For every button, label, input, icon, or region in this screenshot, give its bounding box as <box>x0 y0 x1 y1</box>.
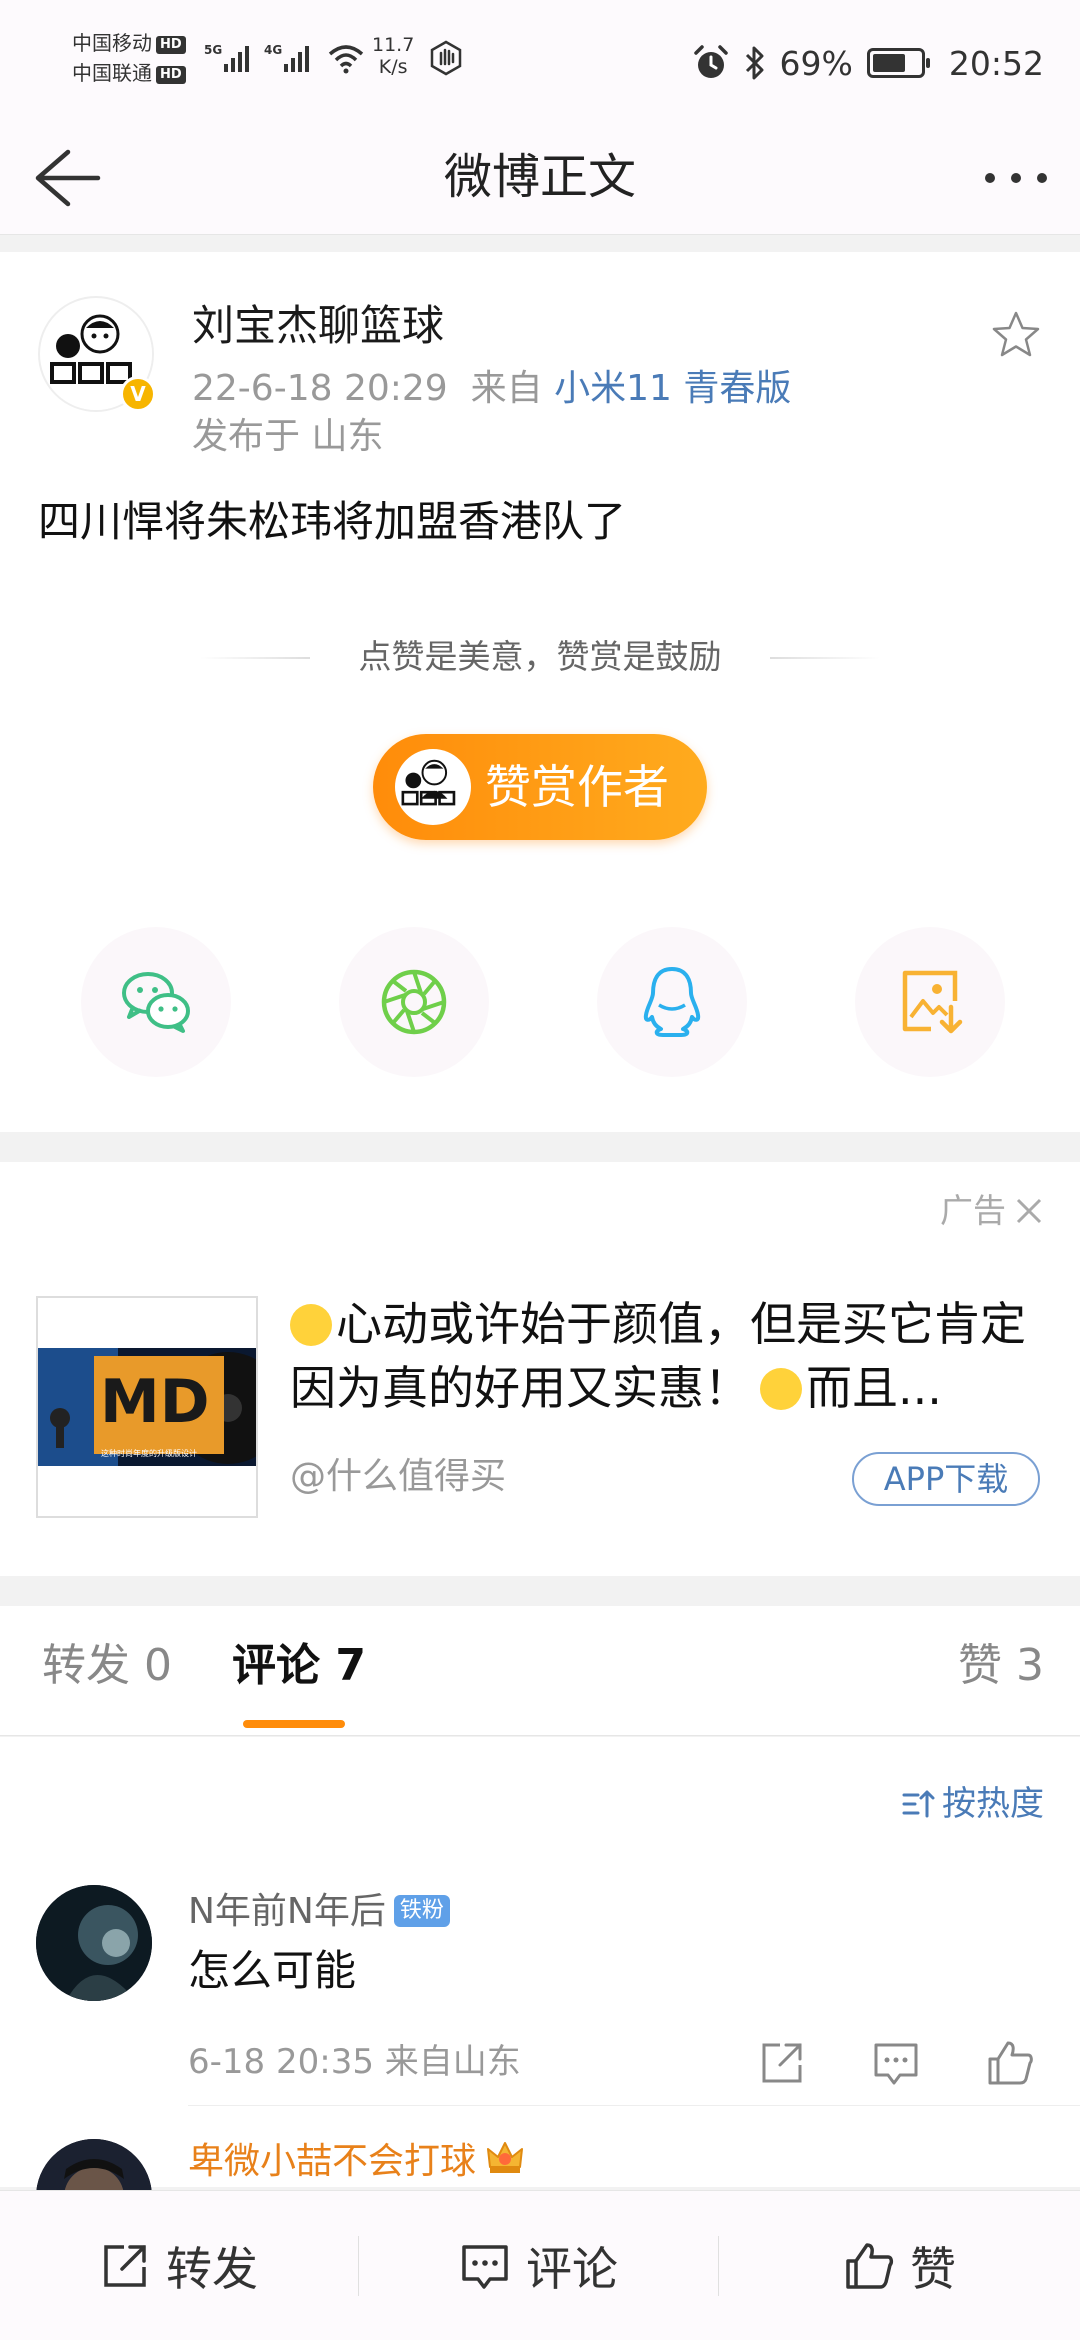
page-title: 微博正文 <box>443 149 636 205</box>
hd-badge: HD <box>156 35 186 54</box>
tab-repost[interactable]: 转发 0 <box>42 1636 172 1696</box>
favorite-star-icon[interactable] <box>988 308 1044 364</box>
battery-icon <box>866 48 930 78</box>
comment-author[interactable]: 卑微小喆不会打球 <box>188 2137 526 2187</box>
clock: 20:52 <box>948 43 1044 83</box>
post-region: 发布于 山东 <box>192 416 384 457</box>
like-icon <box>846 2243 894 2289</box>
battery-percent: 69% <box>779 43 853 83</box>
comment-author[interactable]: N年前N年后 铁粉 <box>188 1887 450 1937</box>
reward-author-button[interactable]: 赞赏作者 <box>373 734 707 840</box>
bottom-like-label: 赞 <box>910 2242 956 2296</box>
tab-comment[interactable]: 评论 7 <box>232 1636 366 1696</box>
status-bar: 中国移动 HD 中国联通 HD 5G 4G 11.7 K/s 69% 20:52 <box>0 0 1080 120</box>
author-name[interactable]: 刘宝杰聊篮球 <box>192 296 444 356</box>
fan-badge: 铁粉 <box>393 1895 450 1927</box>
ad-text: 心动或许始于颜值，但是买它肯定因为真的好用又实惠！ 而且... <box>290 1292 1030 1420</box>
comment-like-icon[interactable] <box>984 2037 1036 2089</box>
post-meta: 22-6-18 20:29 来自 小米11 青春版 <box>192 364 791 414</box>
avatar-image <box>36 1885 152 2001</box>
bluetooth-icon <box>745 46 764 80</box>
net-label-4g: 4G <box>264 43 282 57</box>
app-download-button[interactable]: APP下载 <box>852 1452 1040 1506</box>
speed-unit: K/s <box>378 56 408 78</box>
ad-image: MD 这种时尚年度的升级版设计 <box>38 1348 256 1466</box>
qq-icon <box>643 967 701 1037</box>
comment-text: 怎么可能 <box>188 1946 357 1995</box>
comment-author-name[interactable]: N年前N年后 <box>188 1891 386 1932</box>
status-right: 69% 20:52 <box>692 38 1044 88</box>
bottom-repost-button[interactable]: 转发 <box>98 2191 258 2340</box>
wifi-icon <box>328 45 364 74</box>
comment-icon <box>462 2245 508 2289</box>
net-label-5g: 5G <box>204 43 222 57</box>
source-prefix: 来自 <box>470 368 543 409</box>
nav-bar: 微博正文 <box>0 120 1080 235</box>
ad-thumbnail[interactable]: MD 这种时尚年度的升级版设计 <box>36 1296 258 1518</box>
bottom-action-bar: 转发 评论 赞 <box>0 2190 1080 2340</box>
comment-divider <box>188 2105 1080 2106</box>
bottom-separator <box>718 2236 719 2296</box>
comment-tabs: 转发 0 评论 7 赞 3 <box>0 1606 1080 1736</box>
share-qq-button[interactable] <box>597 927 747 1077</box>
post-time: 22-6-18 20:29 <box>192 368 448 409</box>
device-link[interactable]: 小米11 青春版 <box>554 368 791 409</box>
reward-button-label: 赞赏作者 <box>485 760 669 814</box>
bottom-like-button[interactable]: 赞 <box>842 2191 956 2340</box>
save-image-button[interactable] <box>855 927 1005 1077</box>
more-options-icon[interactable] <box>980 150 1052 206</box>
signal-5g-icon: 5G <box>204 43 249 72</box>
alarm-icon <box>693 45 728 78</box>
hand-stop-icon <box>430 40 462 76</box>
network-speed: 11.7 K/s <box>372 34 414 78</box>
bottom-separator <box>358 2236 359 2296</box>
repost-icon <box>104 2245 146 2287</box>
crown-badge-icon <box>487 2142 524 2173</box>
speed-value: 11.7 <box>372 34 415 56</box>
post-card: V 刘宝杰聊篮球 22-6-18 20:29 来自 小米11 青春版 发布于 山… <box>0 252 1080 1132</box>
comment-author-name[interactable]: 卑微小喆不会打球 <box>188 2141 476 2182</box>
ad-text-part2: 而且... <box>806 1361 942 1415</box>
save-image-icon <box>902 970 963 1034</box>
wechat-icon <box>122 972 190 1033</box>
sort-label: 按热度 <box>942 1784 1044 1824</box>
comment-share-icon[interactable] <box>756 2037 808 2089</box>
ad-source: @什么值得买 <box>290 1456 507 1497</box>
comment-meta: 6-18 20:35 来自山东 <box>188 2042 521 2082</box>
active-tab-indicator <box>243 1720 345 1728</box>
carrier-1: 中国移动 <box>72 31 152 55</box>
bottom-repost-label: 转发 <box>166 2242 258 2296</box>
share-moments-button[interactable] <box>339 927 489 1077</box>
ad-thumb-logo: MD <box>100 1367 210 1437</box>
signal-4g-icon: 4G <box>264 43 309 72</box>
bottom-comment-button[interactable]: 评论 <box>458 2191 618 2340</box>
comments-list: 按热度 N年前N年后 铁粉 怎么可能 6-18 20:35 来自山东 卑微小喆不会… <box>0 1737 1080 2255</box>
carrier-2: 中国联通 <box>72 61 152 85</box>
bottom-comment-label: 评论 <box>526 2242 618 2296</box>
comment-reply-icon[interactable] <box>870 2037 922 2089</box>
hd-badge: HD <box>156 65 186 84</box>
commenter-avatar[interactable] <box>36 1885 152 2001</box>
reward-tip: 点赞是美意，赞赏是鼓励 <box>200 632 880 682</box>
sort-icon <box>902 1790 935 1818</box>
ad-label-close[interactable]: 广告 <box>940 1188 1044 1234</box>
ad-card[interactable]: 广告 MD 这种时尚年度的升级版设计 心动或许始于颜值，但是买它肯定因为真的好用… <box>0 1162 1080 1576</box>
close-icon[interactable] <box>1014 1196 1044 1226</box>
verified-badge-icon: V <box>120 376 156 412</box>
emoji-icon <box>290 1304 332 1346</box>
emoji-icon <box>760 1368 802 1410</box>
share-wechat-button[interactable] <box>81 927 231 1077</box>
ad-thumb-caption: 这种时尚年度的升级版设计 <box>101 1448 197 1458</box>
tab-like[interactable]: 赞 3 <box>958 1636 1044 1696</box>
reward-avatar <box>395 749 471 825</box>
sort-by-heat-button[interactable]: 按热度 <box>900 1779 1044 1829</box>
post-text: 四川悍将朱松玮将加盟香港队了 <box>38 497 627 546</box>
ad-label: 广告 <box>940 1191 1006 1230</box>
share-row <box>0 927 1080 1077</box>
author-logo-icon <box>401 759 456 806</box>
carrier-info: 中国移动 HD 中国联通 HD <box>72 28 186 88</box>
moments-icon <box>381 969 447 1035</box>
